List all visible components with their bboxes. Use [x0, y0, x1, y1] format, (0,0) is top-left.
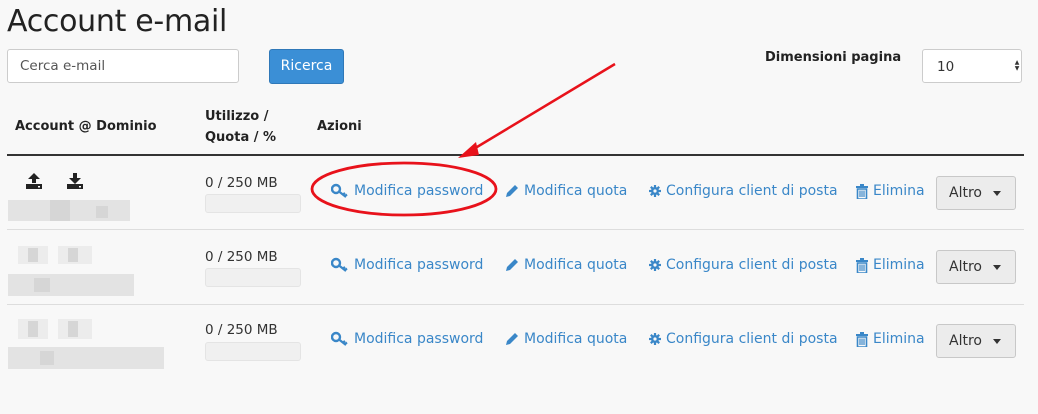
gear-icon [649, 185, 661, 197]
quota-progress-bar [205, 194, 301, 213]
gear-icon [649, 333, 661, 345]
modify-password-link[interactable]: Modifica password [331, 183, 483, 199]
caret-down-icon [993, 265, 1001, 270]
modify-password-label: Modifica password [354, 331, 484, 347]
delete-label: Elimina [873, 331, 925, 347]
key-icon [331, 331, 348, 346]
trash-icon [856, 257, 868, 273]
search-input[interactable] [7, 49, 239, 83]
page-size-select[interactable]: 10 ▲ ▼ [922, 49, 1022, 83]
more-actions-button[interactable]: Altro [936, 324, 1016, 358]
modify-quota-link[interactable]: Modifica quota [505, 331, 627, 347]
configure-client-label: Configura client di posta [666, 257, 838, 273]
table-row: 0 / 250 MB Modifica password Modifica qu… [0, 305, 1038, 379]
configure-client-link[interactable]: Configura client di posta [649, 331, 838, 347]
delete-link[interactable]: Elimina [856, 183, 925, 199]
column-header-usage-line1: Utilizzo / [205, 109, 269, 124]
trash-icon [856, 331, 868, 347]
modify-password-label: Modifica password [354, 183, 484, 199]
modify-quota-link[interactable]: Modifica quota [505, 183, 627, 199]
more-actions-label: Altro [949, 259, 982, 275]
caret-down-icon [993, 339, 1001, 344]
search-button[interactable]: Ricerca [269, 49, 344, 84]
quota-progress-bar [205, 342, 301, 361]
pencil-icon [506, 333, 518, 345]
download-icon[interactable] [66, 172, 84, 190]
column-header-actions: Azioni [317, 119, 362, 134]
modify-quota-link[interactable]: Modifica quota [505, 257, 627, 273]
column-header-usage: Utilizzo / Quota / % [205, 106, 276, 148]
caret-down-icon [993, 191, 1001, 196]
configure-client-label: Configura client di posta [666, 331, 838, 347]
more-actions-button[interactable]: Altro [936, 250, 1016, 284]
trash-icon [856, 183, 868, 199]
more-actions-label: Altro [949, 333, 982, 349]
quota-text: 0 / 250 MB [205, 322, 278, 338]
configure-client-label: Configura client di posta [666, 183, 838, 199]
more-actions-button[interactable]: Altro [936, 176, 1016, 210]
annotation-arrow-line [471, 62, 616, 152]
select-arrows-icon: ▲ ▼ [1014, 59, 1020, 72]
modify-password-link[interactable]: Modifica password [331, 331, 483, 347]
key-icon [331, 257, 348, 272]
modify-password-link[interactable]: Modifica password [331, 257, 483, 273]
page-title: Account e-mail [7, 4, 228, 39]
column-header-account: Account @ Dominio [15, 119, 157, 134]
page-size-value: 10 [937, 59, 955, 75]
column-header-usage-line2: Quota / % [205, 130, 277, 145]
delete-link[interactable]: Elimina [856, 331, 925, 347]
key-icon [331, 183, 348, 198]
more-actions-label: Altro [949, 185, 982, 201]
table-row: 0 / 250 MB Modifica password Modifica qu… [0, 156, 1038, 230]
gear-icon [649, 259, 661, 271]
delete-label: Elimina [873, 257, 925, 273]
upload-icon[interactable] [25, 172, 43, 190]
modify-quota-label: Modifica quota [524, 183, 628, 199]
quota-text: 0 / 250 MB [205, 175, 278, 191]
pencil-icon [506, 259, 518, 271]
modify-quota-label: Modifica quota [524, 257, 628, 273]
page-size-label: Dimensioni pagina [765, 50, 902, 65]
quota-progress-bar [205, 268, 301, 287]
modify-quota-label: Modifica quota [524, 331, 628, 347]
modify-password-label: Modifica password [354, 257, 484, 273]
delete-label: Elimina [873, 183, 925, 199]
pencil-icon [506, 185, 518, 197]
quota-text: 0 / 250 MB [205, 249, 278, 265]
table-row: 0 / 250 MB Modifica password Modifica qu… [0, 230, 1038, 304]
delete-link[interactable]: Elimina [856, 257, 925, 273]
configure-client-link[interactable]: Configura client di posta [649, 183, 838, 199]
configure-client-link[interactable]: Configura client di posta [649, 257, 838, 273]
